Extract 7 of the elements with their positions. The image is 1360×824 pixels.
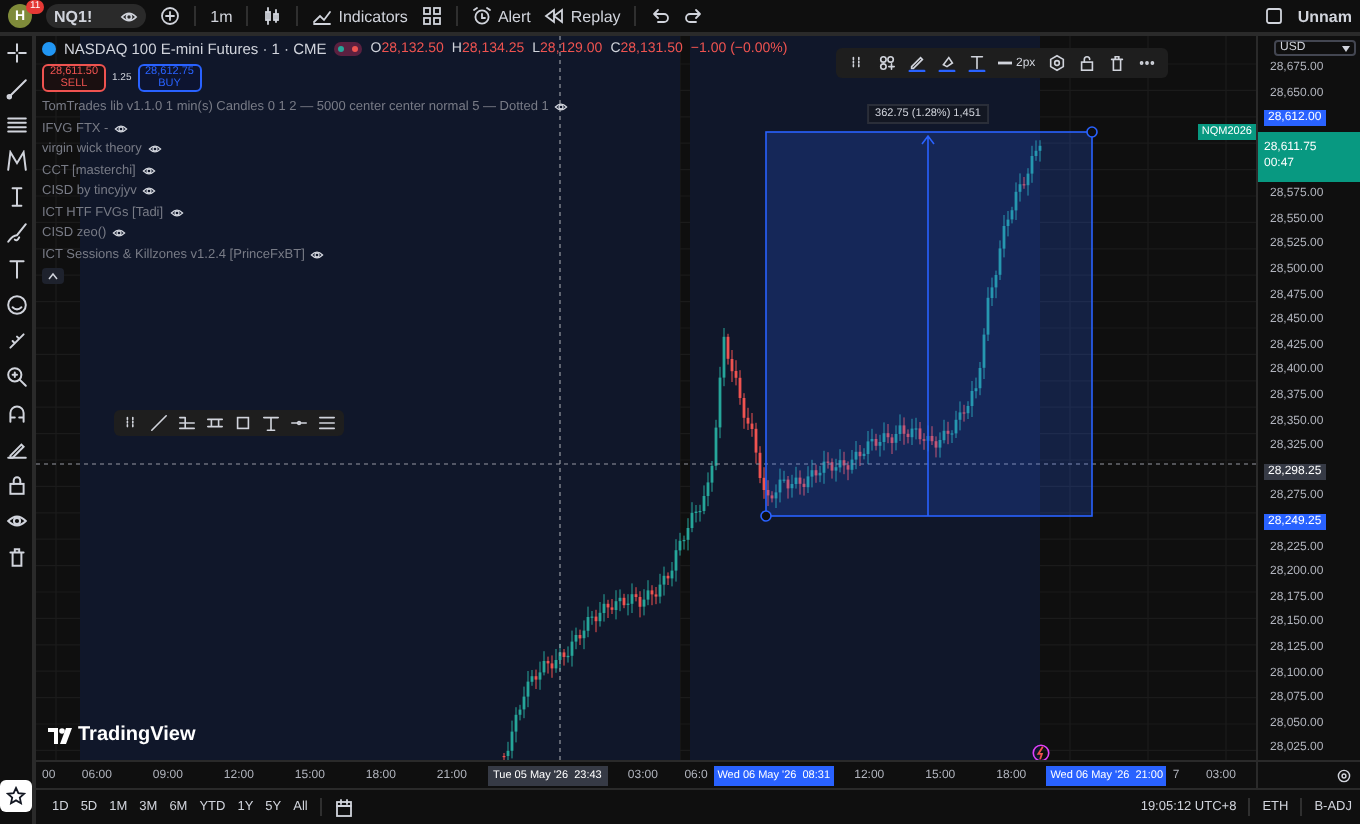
interval-button[interactable]: 1m (210, 7, 233, 25)
logo-text: TradingView (78, 724, 196, 746)
alert-button[interactable]: Alert (471, 6, 531, 26)
layout-name-button[interactable]: Unnam (1297, 7, 1352, 25)
replay-button[interactable]: Replay (544, 6, 621, 26)
indicators-button[interactable]: Indicators (312, 6, 408, 26)
symbol-search-field[interactable]: NQ1! (46, 4, 147, 28)
